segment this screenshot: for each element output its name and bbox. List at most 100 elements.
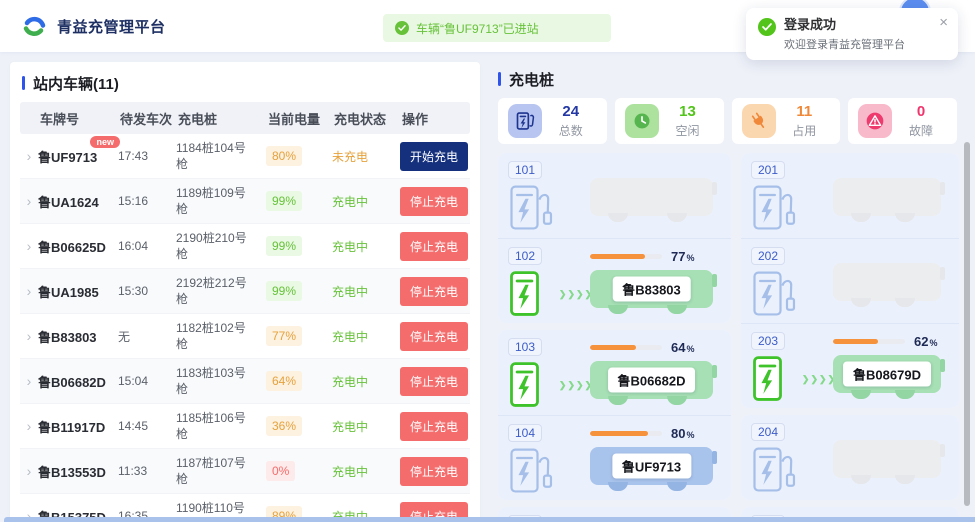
stat-card: 13空闲 — [615, 98, 724, 144]
pile-icon — [751, 182, 797, 234]
station-icon — [508, 104, 542, 138]
battery-badge: 80% — [266, 146, 302, 166]
pile-name: 1189桩109号枪 — [176, 185, 266, 217]
pile-name: 1183桩103号枪 — [176, 365, 266, 397]
expand-chevron-icon[interactable]: › — [20, 418, 38, 434]
plate-number: 鲁B13553D — [38, 462, 118, 481]
pile-column: 101102❯❯❯❯77%鲁B83803103❯❯❯❯64%鲁B06682D10… — [498, 153, 731, 522]
pile-icon — [751, 353, 797, 405]
login-notification: 登录成功 欢迎登录青益充管理平台 × — [746, 8, 958, 60]
expand-chevron-icon[interactable]: › — [20, 328, 38, 344]
pile-name: 1182桩102号枪 — [176, 320, 266, 352]
pile-card: 204 — [741, 415, 959, 500]
new-badge: new — [90, 136, 120, 148]
col-status: 充电状态 — [332, 109, 400, 128]
charge-status: 充电中 — [332, 463, 400, 480]
pile-slot: 101 — [498, 153, 731, 238]
stop-charge-button[interactable]: 停止充电 — [400, 232, 468, 261]
pile-slot: 10480%鲁UF9713 — [498, 415, 731, 500]
charge-progress-bar — [590, 254, 662, 259]
expand-chevron-icon[interactable]: › — [20, 238, 38, 254]
pile-number-badge: 203 — [751, 332, 785, 350]
pile-name: 1184桩104号枪 — [176, 140, 266, 172]
battery-badge: 99% — [266, 191, 302, 211]
stat-label: 空闲 — [675, 122, 699, 139]
charging-arrows-icon: ❯❯❯❯ — [802, 374, 836, 385]
vehicle-row: ›鲁B11917D14:451185桩106号枪36%充电中停止充电 — [20, 404, 470, 449]
pile-number-badge: 101 — [508, 161, 542, 179]
bottom-scroll-edge — [4, 517, 975, 522]
bus-icon: 鲁B06682D — [590, 361, 713, 399]
battery-badge: 99% — [266, 281, 302, 301]
bus-icon — [833, 440, 941, 478]
plate-number: 鲁UA1624 — [38, 192, 118, 211]
col-battery: 当前电量 — [266, 109, 332, 128]
expand-chevron-icon[interactable]: › — [20, 148, 38, 164]
stat-value: 11 — [796, 103, 812, 120]
battery-badge: 64% — [266, 371, 302, 391]
close-icon[interactable]: × — [939, 16, 948, 30]
pile-slot: 102❯❯❯❯77%鲁B83803 — [498, 238, 731, 323]
battery-badge: 99% — [266, 236, 302, 256]
pile-number-badge: 202 — [751, 247, 785, 265]
charge-progress-bar — [590, 345, 662, 350]
charging-piles-panel: 充电桩 24总数13空闲11占用0故障 101102❯❯❯❯77%鲁B83803… — [490, 62, 975, 522]
notification-title: 登录成功 — [784, 17, 905, 32]
expand-chevron-icon[interactable]: › — [20, 193, 38, 209]
pile-card: 101102❯❯❯❯77%鲁B83803 — [498, 153, 731, 323]
plate-number: 鲁B83803 — [38, 327, 118, 346]
pile-stats-row: 24总数13空闲11占用0故障 — [498, 98, 957, 144]
pile-number-badge: 103 — [508, 338, 542, 356]
stop-charge-button[interactable]: 停止充电 — [400, 322, 468, 351]
vehicle-row: ›鲁B06682D15:041183桩103号枪64%充电中停止充电 — [20, 359, 470, 404]
stat-label: 占用 — [792, 122, 816, 139]
vertical-scrollbar[interactable] — [964, 142, 970, 506]
pile-number-badge: 201 — [751, 161, 785, 179]
depart-time: 16:04 — [118, 239, 176, 253]
stat-label: 总数 — [559, 122, 583, 139]
vehicle-arrival-toast: 车辆“鲁UF9713”已进站 — [383, 14, 611, 42]
charge-status: 未充电 — [332, 148, 400, 165]
vehicles-panel-title: 站内车辆(11) — [33, 73, 119, 94]
stop-charge-button[interactable]: 停止充电 — [400, 277, 468, 306]
charge-status: 充电中 — [332, 328, 400, 345]
charge-percent: 64% — [671, 340, 694, 355]
charge-percent: 77% — [671, 249, 694, 264]
stop-charge-button[interactable]: 停止充电 — [400, 187, 468, 216]
stop-charge-button[interactable]: 停止充电 — [400, 457, 468, 486]
plug-icon — [742, 104, 776, 138]
vehicle-row: ›鲁UF9713new17:431184桩104号枪80% 未充电开始充电 — [20, 134, 470, 179]
depart-time: 11:33 — [118, 464, 176, 478]
col-depart: 待发车次 — [118, 109, 176, 128]
depart-time: 15:30 — [118, 284, 176, 298]
piles-panel-title: 充电桩 — [509, 69, 554, 90]
stop-charge-button[interactable]: 停止充电 — [400, 412, 468, 441]
stop-charge-button[interactable]: 停止充电 — [400, 367, 468, 396]
clock-icon — [625, 104, 659, 138]
vehicles-table: 车牌号 待发车次 充电桩 当前电量 充电状态 操作 ›鲁UF9713new17:… — [20, 102, 470, 522]
plate-number: 鲁B11917D — [38, 417, 118, 436]
plate-number: 鲁UF9713new — [38, 147, 118, 166]
pile-name: 2190桩210号枪 — [176, 230, 266, 262]
pile-slot: 201 — [741, 153, 959, 238]
stat-value: 24 — [562, 103, 579, 120]
vehicle-row: ›鲁B06625D16:042190桩210号枪99%充电中停止充电 — [20, 224, 470, 269]
toast-text: 车辆“鲁UF9713”已进站 — [416, 20, 539, 37]
pile-icon — [751, 444, 797, 496]
charging-arrows-icon: ❯❯❯❯ — [559, 380, 593, 391]
bus-plate-label: 鲁B83803 — [612, 277, 691, 302]
stat-card: 11 占用 — [732, 98, 841, 144]
bus-icon: 鲁B08679D — [833, 355, 941, 393]
depart-time: 17:43 — [118, 149, 176, 163]
stat-card: 24 总数 — [498, 98, 607, 144]
expand-chevron-icon[interactable]: › — [20, 373, 38, 389]
expand-chevron-icon[interactable]: › — [20, 283, 38, 299]
pile-cards-area: 101102❯❯❯❯77%鲁B83803103❯❯❯❯64%鲁B06682D10… — [498, 153, 959, 522]
depart-time: 无 — [118, 328, 176, 345]
stat-label: 故障 — [909, 122, 933, 139]
expand-chevron-icon[interactable]: › — [20, 463, 38, 479]
bus-icon — [590, 178, 713, 216]
col-action: 操作 — [400, 109, 470, 128]
battery-badge: 77% — [266, 326, 302, 346]
start-charge-button[interactable]: 开始充电 — [400, 142, 468, 171]
